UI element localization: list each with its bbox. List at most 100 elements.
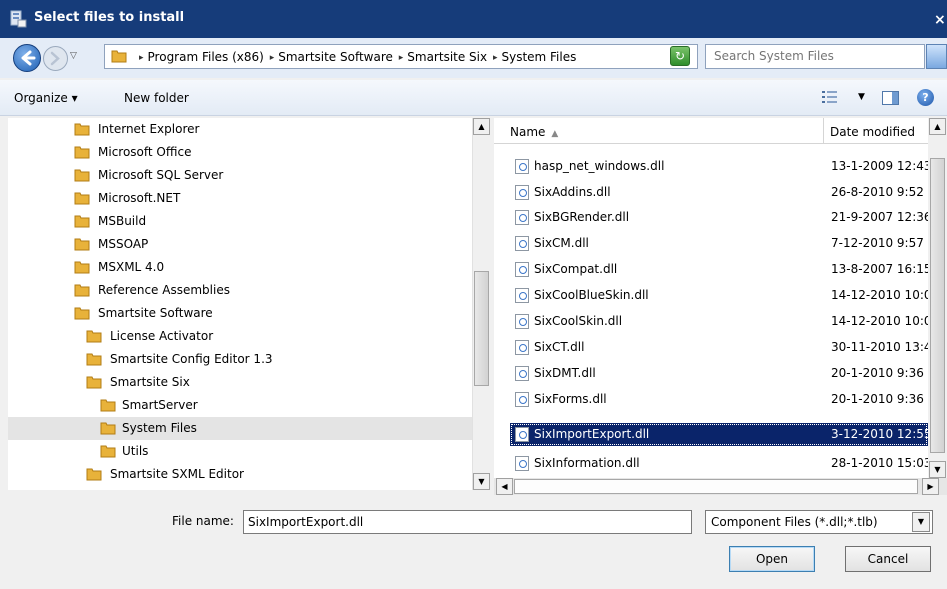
tree-item-system-files[interactable]: System Files: [8, 417, 472, 440]
file-name: hasp_net_windows.dll: [534, 159, 665, 173]
file-date: 7-12-2010 9:57: [831, 236, 924, 250]
file-row[interactable]: SixAddins.dll 26-8-2010 9:52: [510, 181, 928, 204]
tree-item-smartserver[interactable]: SmartServer: [8, 394, 472, 417]
tree-item-label: Smartsite SXML Editor: [110, 467, 244, 481]
tree-item-smartsite-six[interactable]: Smartsite Six: [8, 371, 472, 394]
tree-scroll-thumb[interactable]: [474, 271, 489, 386]
file-date: 14-12-2010 10:03: [831, 314, 928, 328]
file-row[interactable]: SixCoolSkin.dll 14-12-2010 10:03: [510, 310, 928, 333]
tree-item-smartsite-config-editor[interactable]: Smartsite Config Editor 1.3: [8, 348, 472, 371]
scroll-right-icon[interactable]: ▶: [922, 478, 939, 495]
file-row[interactable]: SixInformation.dll 28-1-2010 15:03: [510, 452, 928, 475]
recent-locations-dropdown-icon[interactable]: ▽: [70, 51, 77, 61]
dll-file-icon: [515, 392, 529, 407]
cancel-button[interactable]: Cancel: [845, 546, 931, 572]
folder-icon: [74, 284, 90, 297]
breadcrumb-separator-icon[interactable]: ▸: [270, 53, 275, 63]
tree-item-microsoft-net[interactable]: Microsoft.NET: [8, 187, 472, 210]
tree-item-microsoft-office[interactable]: Microsoft Office: [8, 141, 472, 164]
file-type-dropdown-icon[interactable]: ▼: [912, 512, 930, 532]
file-date: 14-12-2010 10:03: [831, 288, 928, 302]
scroll-up-icon[interactable]: ▲: [473, 118, 490, 135]
folder-icon: [74, 261, 90, 274]
back-arrow-icon: [21, 50, 36, 66]
tree-item-msxml[interactable]: MSXML 4.0: [8, 256, 472, 279]
tree-item-utils[interactable]: Utils: [8, 440, 472, 463]
file-name-combobox[interactable]: ▼: [243, 510, 932, 534]
search-input[interactable]: [706, 45, 906, 67]
breadcrumb-smartsite-six[interactable]: Smartsite Six: [407, 50, 487, 64]
breadcrumb-separator-icon[interactable]: ▸: [139, 53, 144, 63]
tree-item-msbuild[interactable]: MSBuild: [8, 210, 472, 233]
tree-item-smartsite-software[interactable]: Smartsite Software: [8, 302, 472, 325]
file-row[interactable]: SixForms.dll 20-1-2010 9:36: [510, 388, 928, 411]
file-row[interactable]: SixCM.dll 7-12-2010 9:57: [510, 232, 928, 255]
tree-item-reference-assemblies[interactable]: Reference Assemblies: [8, 279, 472, 302]
column-name-header[interactable]: Name ▲: [510, 125, 558, 139]
scroll-left-icon[interactable]: ◀: [496, 478, 513, 495]
sort-ascending-icon: ▲: [551, 129, 559, 139]
breadcrumb-program-files[interactable]: Program Files (x86): [148, 50, 264, 64]
folder-icon: [86, 330, 102, 343]
organize-button[interactable]: Organize ▾: [14, 91, 78, 105]
scroll-up-icon[interactable]: ▲: [929, 118, 946, 135]
file-type-select[interactable]: Component Files (*.dll;*.tlb) ▼: [705, 510, 933, 534]
file-list-horizontal-scrollbar[interactable]: ◀ ▶: [494, 478, 947, 495]
forward-button[interactable]: [43, 46, 68, 71]
breadcrumb-system-files[interactable]: System Files: [501, 50, 576, 64]
help-icon[interactable]: ?: [917, 89, 934, 106]
column-divider[interactable]: [823, 118, 824, 144]
title-bar: Select files to install ×: [0, 0, 947, 38]
preview-pane-icon[interactable]: [882, 91, 899, 105]
column-name-label: Name: [510, 125, 546, 139]
file-row-selected[interactable]: SixImportExport.dll 3-12-2010 12:55: [510, 423, 928, 446]
file-date: 13-8-2007 16:15: [831, 262, 928, 276]
file-name-field[interactable]: [244, 511, 664, 532]
view-options-dropdown-icon[interactable]: ▼: [858, 92, 865, 102]
file-row[interactable]: SixCompat.dll 13-8-2007 16:15: [510, 258, 928, 281]
file-date: 30-11-2010 13:44: [831, 340, 928, 354]
file-date: 20-1-2010 9:36: [831, 366, 924, 380]
tree-item-smartsite-sxml-editor[interactable]: Smartsite SXML Editor: [8, 463, 472, 486]
scroll-down-icon[interactable]: ▼: [473, 473, 490, 490]
folder-icon: [86, 468, 102, 481]
dll-file-icon: [515, 210, 529, 225]
file-name: SixCoolSkin.dll: [534, 314, 623, 328]
file-row[interactable]: hasp_net_windows.dll 13-1-2009 12:43: [510, 155, 928, 178]
column-date-modified-header[interactable]: Date modified: [830, 125, 915, 139]
search-box[interactable]: [705, 44, 925, 69]
tree-item-label: Smartsite Six: [110, 375, 190, 389]
tree-item-internet-explorer[interactable]: Internet Explorer: [8, 118, 472, 141]
scroll-down-icon[interactable]: ▼: [929, 461, 946, 478]
file-row[interactable]: SixDMT.dll 20-1-2010 9:36: [510, 362, 928, 385]
dll-file-icon: [515, 262, 529, 277]
file-list-scroll-thumb[interactable]: [930, 158, 945, 453]
horizontal-scroll-thumb[interactable]: [514, 479, 918, 494]
column-header: Name ▲ Date modified: [494, 118, 928, 144]
file-date: 13-1-2009 12:43: [831, 159, 928, 173]
file-row[interactable]: SixBGRender.dll 21-9-2007 12:36: [510, 206, 928, 229]
close-icon[interactable]: ×: [934, 12, 946, 28]
search-icon[interactable]: [926, 44, 947, 69]
address-row: ▽ ▸ Program Files (x86) ▸ Smartsite Softwa…: [0, 38, 947, 78]
tree-scrollbar[interactable]: ▲ ▼: [472, 118, 490, 490]
tree-item-mssoap[interactable]: MSSOAP: [8, 233, 472, 256]
file-row[interactable]: SixCoolBlueSkin.dll 14-12-2010 10:03: [510, 284, 928, 307]
breadcrumb-separator-icon[interactable]: ▸: [493, 53, 498, 63]
back-button[interactable]: [13, 44, 41, 72]
new-folder-button[interactable]: New folder: [124, 91, 189, 105]
open-button[interactable]: Open: [729, 546, 815, 572]
file-row[interactable]: SixCT.dll 30-11-2010 13:44: [510, 336, 928, 359]
dll-file-icon: [515, 456, 529, 471]
tree-item-label: Microsoft Office: [98, 145, 192, 159]
tree-item-license-activator[interactable]: License Activator: [8, 325, 472, 348]
change-view-icon[interactable]: [822, 90, 838, 104]
address-bar[interactable]: ▸ Program Files (x86) ▸ Smartsite Software…: [104, 44, 698, 69]
breadcrumb-separator-icon[interactable]: ▸: [399, 53, 404, 63]
file-date: 20-1-2010 9:36: [831, 392, 924, 406]
refresh-icon[interactable]: ↻: [670, 46, 690, 66]
breadcrumb-smartsite-software[interactable]: Smartsite Software: [278, 50, 393, 64]
forward-arrow-icon: [50, 51, 60, 66]
file-list-vertical-scrollbar[interactable]: ▲ ▼: [928, 118, 947, 478]
tree-item-microsoft-sql-server[interactable]: Microsoft SQL Server: [8, 164, 472, 187]
